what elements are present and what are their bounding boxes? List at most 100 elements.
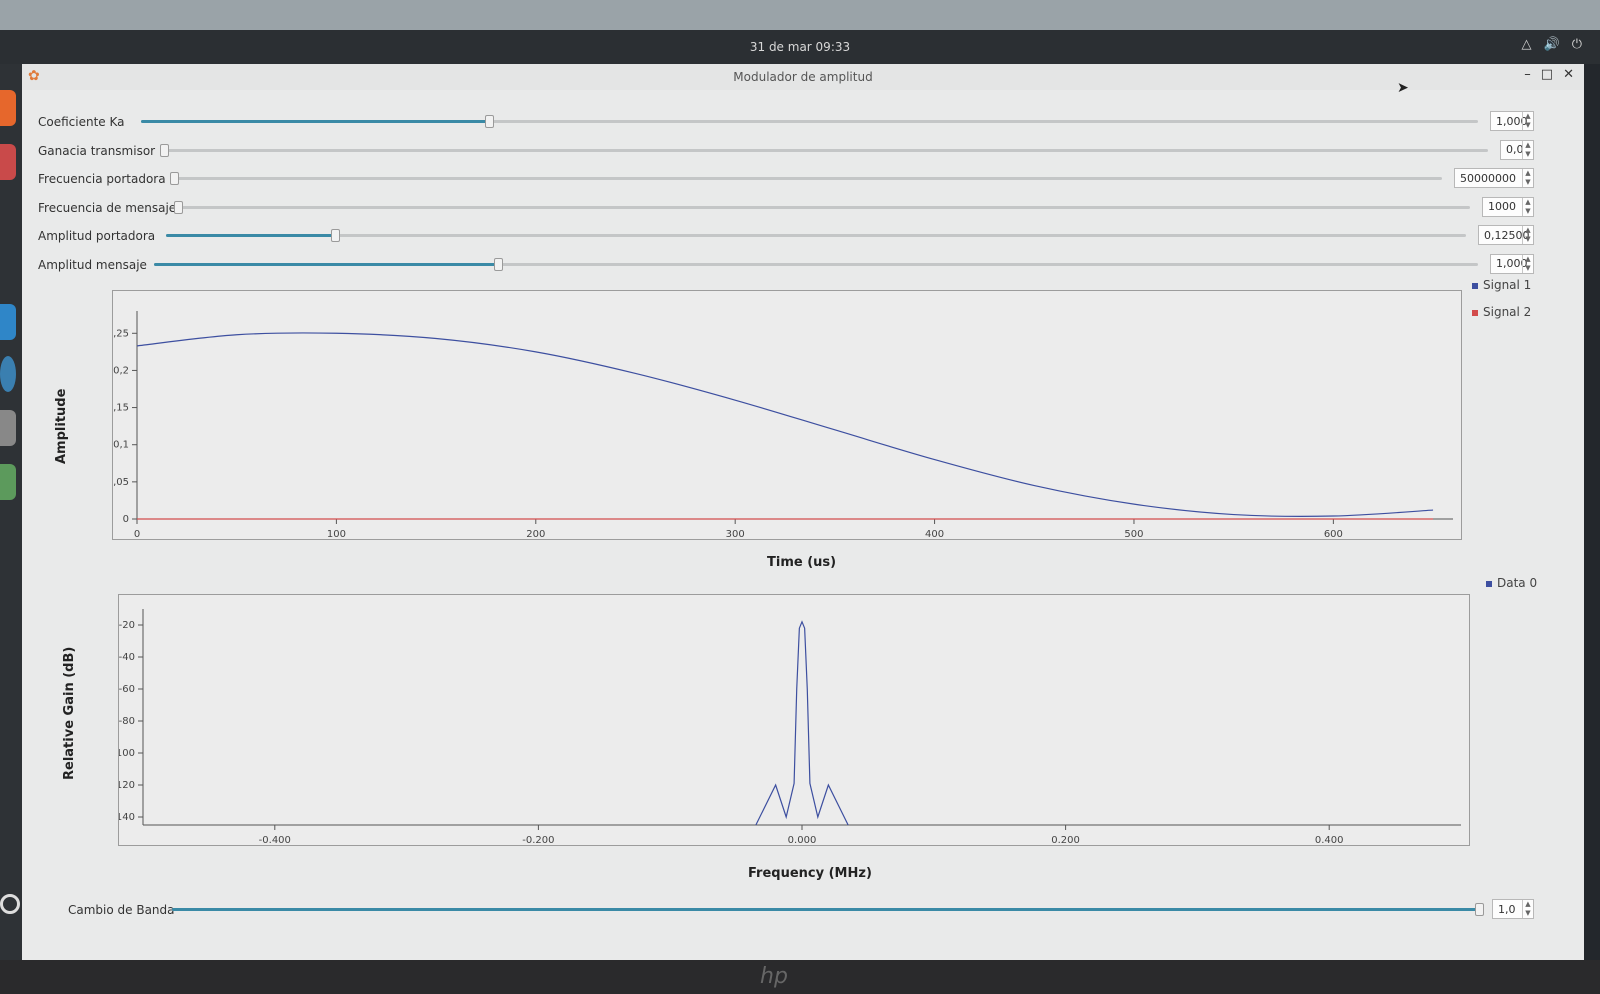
slider-fill bbox=[166, 234, 335, 237]
parameter-spinbox[interactable]: 50000000 ▲ ▼ bbox=[1454, 168, 1534, 188]
parameter-spinbox[interactable]: 1000 ▲ ▼ bbox=[1482, 196, 1534, 217]
band-slider[interactable] bbox=[172, 903, 1484, 916]
parameter-slider[interactable] bbox=[160, 143, 1488, 157]
x-tick-label: 200 bbox=[526, 529, 545, 540]
x-tick-label: -0.200 bbox=[522, 835, 554, 846]
spin-arrows-icon[interactable]: ▲ ▼ bbox=[1522, 254, 1533, 273]
band-label: Cambio de Banda bbox=[68, 903, 175, 917]
system-tray[interactable]: △ 🔊 ⏻ bbox=[1522, 37, 1582, 52]
monitor-bezel-top bbox=[0, 0, 1600, 30]
spinbox-value: 1000 bbox=[1488, 200, 1516, 213]
y-tick-label: -20 bbox=[119, 620, 135, 631]
control-row: Frecuencia portadora 50000000 ▲ ▼ bbox=[22, 165, 1584, 193]
spin-arrows-icon[interactable]: ▲ ▼ bbox=[1522, 900, 1533, 918]
vscode-icon[interactable] bbox=[0, 304, 16, 340]
minimize-icon[interactable]: – bbox=[1524, 67, 1531, 82]
control-label: Frecuencia de mensaje bbox=[38, 200, 177, 215]
parameter-spinbox[interactable]: 0,12500 ▲ ▼ bbox=[1478, 225, 1534, 245]
band-control-row: Cambio de Banda 1,0 ▲ ▼ bbox=[22, 896, 1584, 924]
band-slider-handle[interactable] bbox=[1475, 903, 1484, 916]
control-row: Frecuencia de mensaje 1000 ▲ ▼ bbox=[22, 194, 1584, 222]
x-tick-label: 0 bbox=[134, 529, 140, 540]
control-row: Ganacia transmisor 0,0 ▲ ▼ bbox=[22, 137, 1584, 165]
parameter-spinbox[interactable]: 1,000 ▲ ▼ bbox=[1490, 253, 1534, 274]
freq-plot-xlabel: Frequency (MHz) bbox=[748, 866, 872, 881]
close-icon[interactable]: ✕ bbox=[1563, 67, 1574, 82]
spin-arrows-icon[interactable]: ▲ ▼ bbox=[1522, 226, 1533, 244]
x-tick-label: 400 bbox=[925, 529, 944, 540]
x-tick-label: 0.400 bbox=[1315, 835, 1344, 846]
x-tick-label: 100 bbox=[327, 529, 346, 540]
clock[interactable]: 31 de mar 09:33 bbox=[0, 40, 1600, 54]
y-tick-label: 0,05 bbox=[113, 477, 129, 488]
monitor-bezel-bottom: hp bbox=[0, 960, 1600, 994]
slider-handle[interactable] bbox=[160, 143, 169, 157]
gnuradio-window: ✿ Modulador de amplitud – □ ✕ ➤ Coeficie… bbox=[22, 64, 1584, 960]
hp-logo: hp bbox=[760, 964, 788, 989]
window-titlebar[interactable]: ✿ Modulador de amplitud – □ ✕ bbox=[22, 64, 1584, 90]
spinbox-value: 50000000 bbox=[1460, 171, 1516, 185]
power-icon[interactable]: ⏻ bbox=[1572, 37, 1582, 52]
time-plot-xlabel: Time (us) bbox=[767, 555, 837, 570]
control-label: Frecuencia portadora bbox=[38, 172, 166, 186]
x-tick-label: 500 bbox=[1124, 529, 1143, 540]
control-label: Coeficiente Ka bbox=[38, 115, 125, 129]
band-slider-fill bbox=[172, 908, 1480, 911]
y-tick-label: 0,15 bbox=[113, 403, 129, 414]
x-tick-label: 600 bbox=[1324, 529, 1343, 540]
control-row: Coeficiente Ka 1,000 ▲ ▼ bbox=[22, 108, 1584, 136]
control-row: Amplitud mensaje 1,000 ▲ ▼ bbox=[22, 251, 1584, 279]
show-apps-icon[interactable] bbox=[0, 894, 20, 914]
y-tick-label: -100 bbox=[119, 748, 135, 759]
freq-plot-canvas[interactable]: -20 -40 -60 -80 -100 -120 -140 -0.400 -0.200 0.00… bbox=[112, 595, 1471, 847]
settings-icon[interactable] bbox=[0, 410, 16, 446]
parameter-spinbox[interactable]: 0,0 ▲ ▼ bbox=[1500, 139, 1534, 160]
time-plot-canvas[interactable]: 0,25 0,2 0,15 0,1 0,05 00 100 200 300 400 500 600 bbox=[107, 291, 1463, 541]
help-icon[interactable] bbox=[0, 356, 16, 392]
maximize-icon[interactable]: □ bbox=[1541, 67, 1553, 82]
slider-handle[interactable] bbox=[174, 200, 183, 214]
spin-arrows-icon[interactable]: ▲ ▼ bbox=[1522, 140, 1533, 159]
legend-signal-1[interactable]: Signal 1 bbox=[1472, 278, 1531, 292]
legend-swatch bbox=[1486, 580, 1492, 587]
volume-icon[interactable]: 🔊 bbox=[1544, 37, 1560, 52]
legend-data-0[interactable]: Data 0 bbox=[1486, 576, 1537, 590]
system-top-bar: 31 de mar 09:33 △ 🔊 ⏻ bbox=[0, 30, 1600, 64]
band-spinbox[interactable]: 1,0 ▲ ▼ bbox=[1492, 899, 1534, 919]
spin-arrows-icon[interactable]: ▲ ▼ bbox=[1522, 197, 1533, 216]
y-tick-label: -40 bbox=[119, 652, 135, 663]
parameter-slider[interactable] bbox=[154, 257, 1478, 271]
slider-handle[interactable] bbox=[484, 115, 494, 128]
app-icon[interactable] bbox=[0, 144, 16, 180]
slider-handle[interactable] bbox=[494, 257, 504, 271]
band-value: 1,0 bbox=[1498, 902, 1516, 916]
control-label: Amplitud mensaje bbox=[38, 257, 147, 272]
slider-handle[interactable] bbox=[170, 172, 179, 185]
time-domain-plot[interactable]: 0,25 0,2 0,15 0,1 0,05 00 100 200 300 400 500 600 bbox=[107, 290, 1463, 541]
parameter-slider[interactable] bbox=[166, 229, 1466, 242]
legend-swatch bbox=[1472, 309, 1478, 316]
y-tick-label: 0 bbox=[123, 514, 129, 525]
parameter-spinbox[interactable]: 1,000 ▲ ▼ bbox=[1490, 111, 1534, 131]
app-dock bbox=[0, 64, 22, 964]
y-tick-label: -140 bbox=[119, 812, 135, 823]
legend-swatch bbox=[1472, 282, 1478, 289]
slider-fill bbox=[154, 262, 499, 266]
legend-signal-2[interactable]: Signal 2 bbox=[1472, 305, 1531, 319]
spin-arrows-icon[interactable]: ▲ ▼ bbox=[1522, 112, 1533, 130]
y-tick-label: -80 bbox=[119, 716, 135, 727]
y-tick-label: -120 bbox=[119, 780, 135, 791]
x-tick-label: 0.000 bbox=[788, 835, 817, 846]
frequency-domain-plot[interactable]: -20 -40 -60 -80 -100 -120 -140 -0.400 -0.200 0.00… bbox=[112, 594, 1471, 847]
network-icon[interactable]: △ bbox=[1522, 37, 1532, 52]
firefox-icon[interactable] bbox=[0, 90, 16, 126]
parameter-slider[interactable] bbox=[174, 200, 1470, 214]
y-tick-label: 0,2 bbox=[113, 365, 129, 376]
parameter-slider[interactable] bbox=[141, 115, 1478, 128]
parameter-slider[interactable] bbox=[170, 172, 1442, 185]
x-tick-label: 300 bbox=[726, 529, 745, 540]
y-tick-label: 0,25 bbox=[113, 328, 129, 339]
slider-handle[interactable] bbox=[331, 229, 340, 242]
spin-arrows-icon[interactable]: ▲ ▼ bbox=[1522, 169, 1533, 187]
trash-icon[interactable] bbox=[0, 464, 16, 500]
